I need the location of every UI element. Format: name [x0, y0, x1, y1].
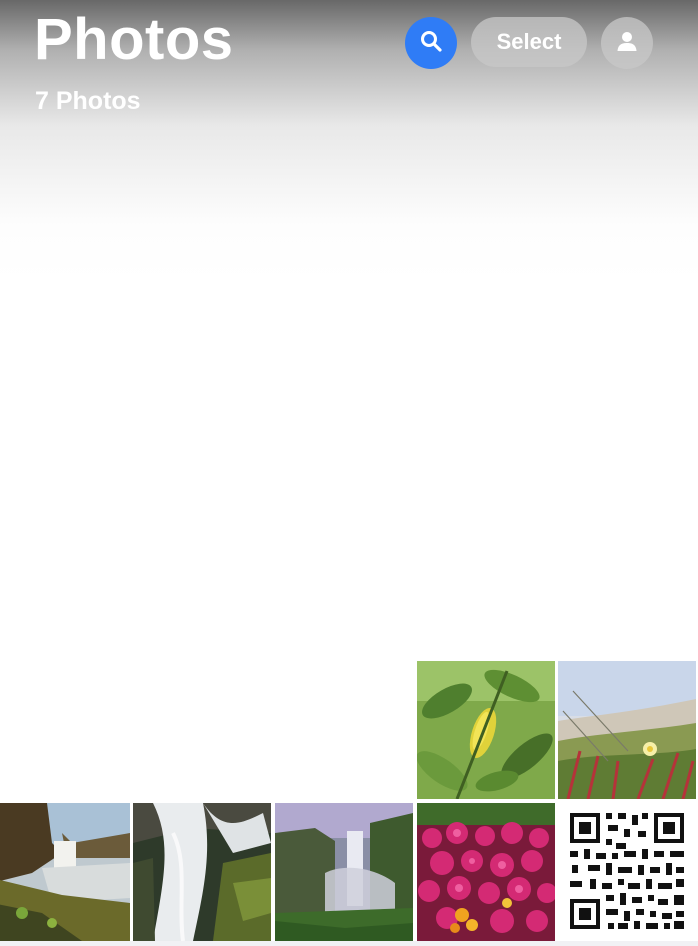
photos-screen: Photos 7 Photos Select	[0, 0, 698, 946]
photo-thumbnail-waterfall-canyon[interactable]	[0, 803, 130, 941]
search-button[interactable]	[405, 17, 457, 69]
photo-thumbnail-qr-code[interactable]	[558, 803, 696, 941]
photo-thumbnail-pink-flowers[interactable]	[417, 803, 555, 941]
search-icon	[419, 29, 443, 58]
bottom-bar-edge	[0, 941, 698, 946]
photo-thumbnail-leaves[interactable]	[417, 661, 555, 799]
photo-thumbnail-waterfall-rocks[interactable]	[133, 803, 271, 941]
account-button[interactable]	[601, 17, 653, 69]
person-icon	[615, 29, 639, 58]
select-button[interactable]: Select	[471, 17, 587, 67]
photo-thumbnail-beach-flower[interactable]	[558, 661, 696, 799]
photo-thumbnail-waterfall-mist[interactable]	[275, 803, 413, 941]
page-title: Photos	[34, 7, 234, 72]
photo-count: 7 Photos	[35, 87, 141, 115]
